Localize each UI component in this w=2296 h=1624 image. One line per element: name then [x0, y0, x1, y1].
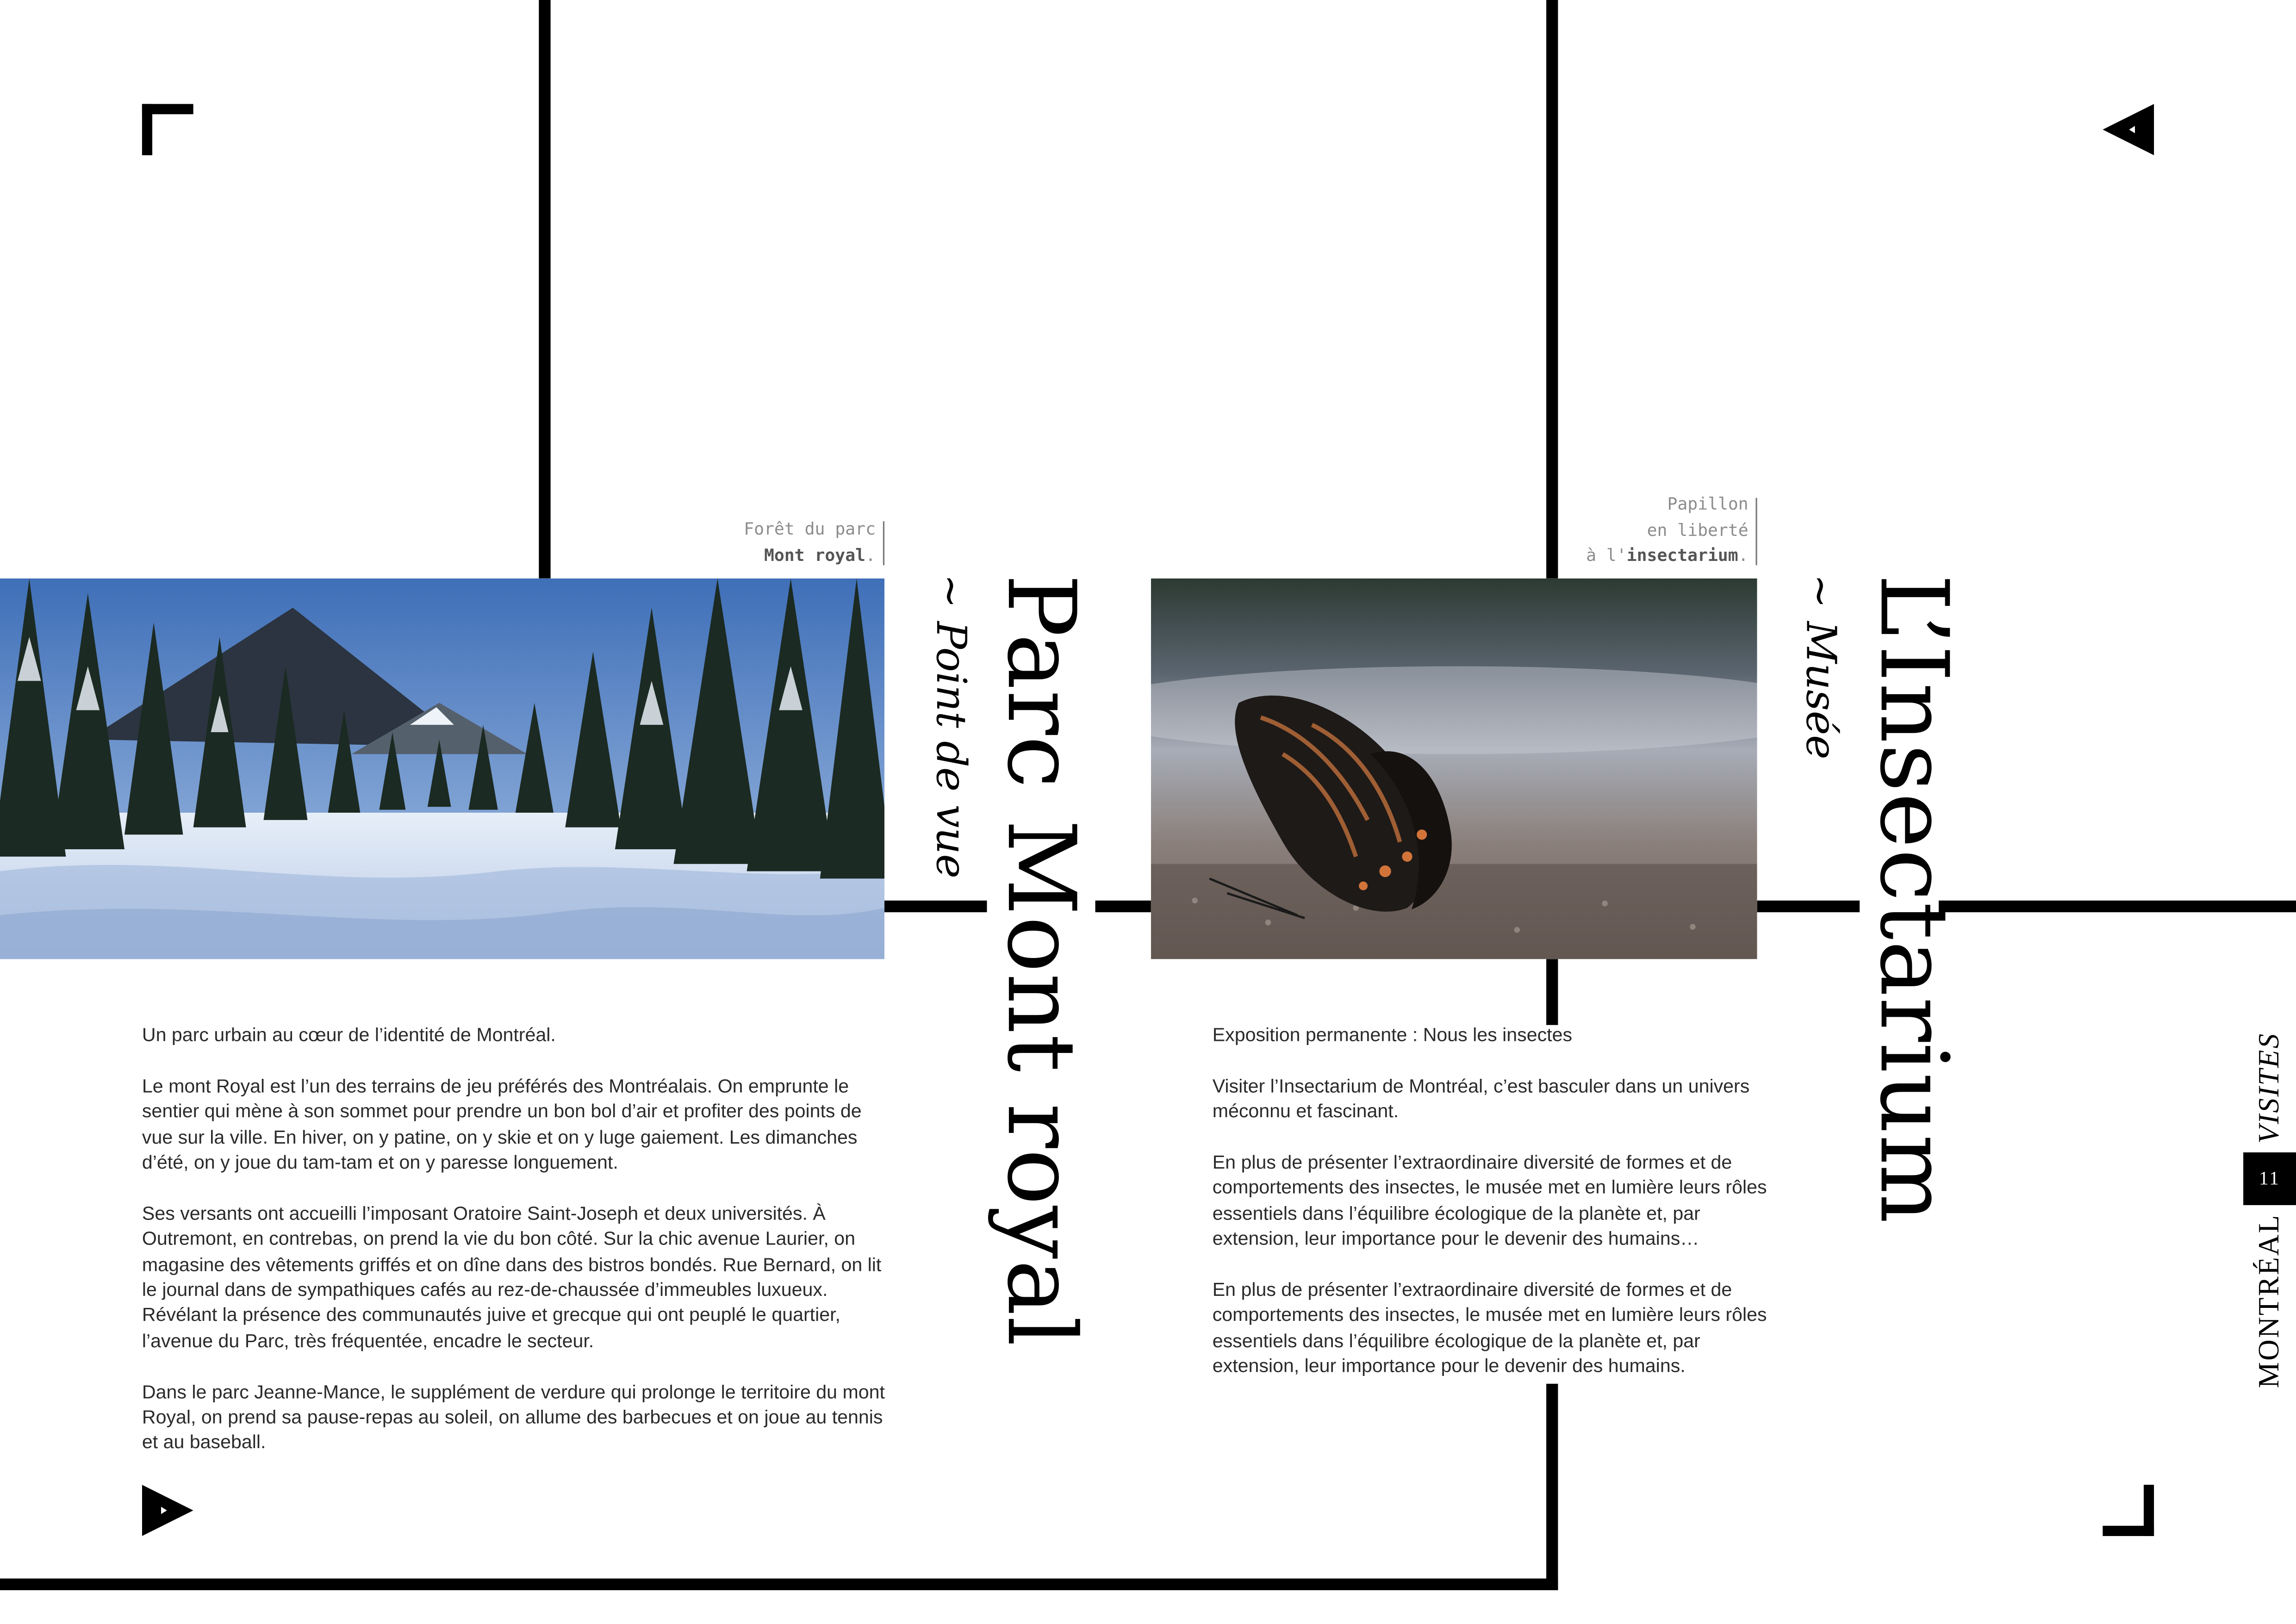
city-label: MONTRÉAL [2252, 1213, 2285, 1388]
caption-head: à l' [1586, 544, 1627, 566]
vertical-rule-left [539, 0, 551, 579]
triangle-right-icon [142, 1485, 193, 1536]
triangle-left-icon [2103, 104, 2154, 156]
corner-bracket-icon [2103, 1485, 2154, 1536]
right-page-body: Exposition permanente : Nous les insecte… [1213, 1022, 1772, 1404]
paragraph: Un parc urbain au cœur de l’identité de … [142, 1023, 556, 1046]
caption-line: Papillon [1667, 493, 1748, 514]
forest-photo [0, 578, 884, 959]
right-page-title: L’Insectarium [1858, 574, 1967, 1224]
butterfly-photo [1151, 578, 1757, 959]
caption-line: à l'insectarium. [1523, 543, 1748, 569]
section-side-tab: MONTRÉAL 11 VISITES [2243, 1033, 2296, 1388]
caption-bold: Mont royal [764, 544, 866, 565]
left-page-title: Parc Mont royal [985, 574, 1094, 1347]
caption-line: Forêt du parc [744, 518, 876, 539]
photo-caption-butterfly: Papillon en liberté à l'insectarium. [1523, 492, 1757, 569]
right-page-subtitle: ~ Musée [1797, 574, 1845, 759]
page-number: 11 [2243, 1152, 2296, 1205]
paragraph: En plus de présenter l’extraordinaire di… [1212, 1278, 1767, 1377]
caption-tail: . [865, 544, 876, 565]
vertical-rule-center-mid [1546, 959, 1558, 1025]
caption-bold: insectarium [1626, 544, 1738, 566]
horizontal-rule-b [1095, 900, 1151, 913]
paragraph: Visiter l’Insectarium de Montréal, c’est… [1212, 1074, 1750, 1122]
magazine-spread: Forêt du parc Mont royal. Parc Mont roya… [0, 0, 2296, 1624]
left-page-body: Un parc urbain au cœur de l’identité de … [142, 1022, 889, 1481]
caption-tail: . [1738, 544, 1748, 566]
horizontal-rule-a [884, 900, 987, 913]
paragraph: Dans le parc Jeanne-Mance, le supplément… [142, 1380, 885, 1454]
left-page-subtitle: ~ Point de vue [927, 574, 976, 878]
paragraph: Ses versants ont accueilli l’imposant Or… [142, 1201, 882, 1351]
corner-bracket-icon [142, 104, 193, 156]
horizontal-rule-d [1939, 900, 2296, 913]
bottom-rule [0, 1578, 1558, 1590]
paragraph: Exposition permanente : Nous les insecte… [1212, 1023, 1573, 1046]
caption-line: en liberté [1647, 519, 1748, 540]
paragraph: Le mont Royal est l’un des terrains de j… [142, 1074, 862, 1173]
caption-rule [1755, 498, 1757, 566]
page-number-text: 11 [2259, 1167, 2281, 1189]
caption-line: Mont royal. [644, 542, 876, 568]
paragraph: En plus de présenter l’extraordinaire di… [1212, 1151, 1767, 1250]
section-label: VISITES [2252, 1032, 2285, 1144]
caption-rule [883, 521, 884, 566]
vertical-rule-center-bottom [1546, 1383, 1558, 1590]
horizontal-rule-c [1757, 900, 1860, 913]
photo-caption-forest: Forêt du parc Mont royal. [644, 517, 884, 568]
